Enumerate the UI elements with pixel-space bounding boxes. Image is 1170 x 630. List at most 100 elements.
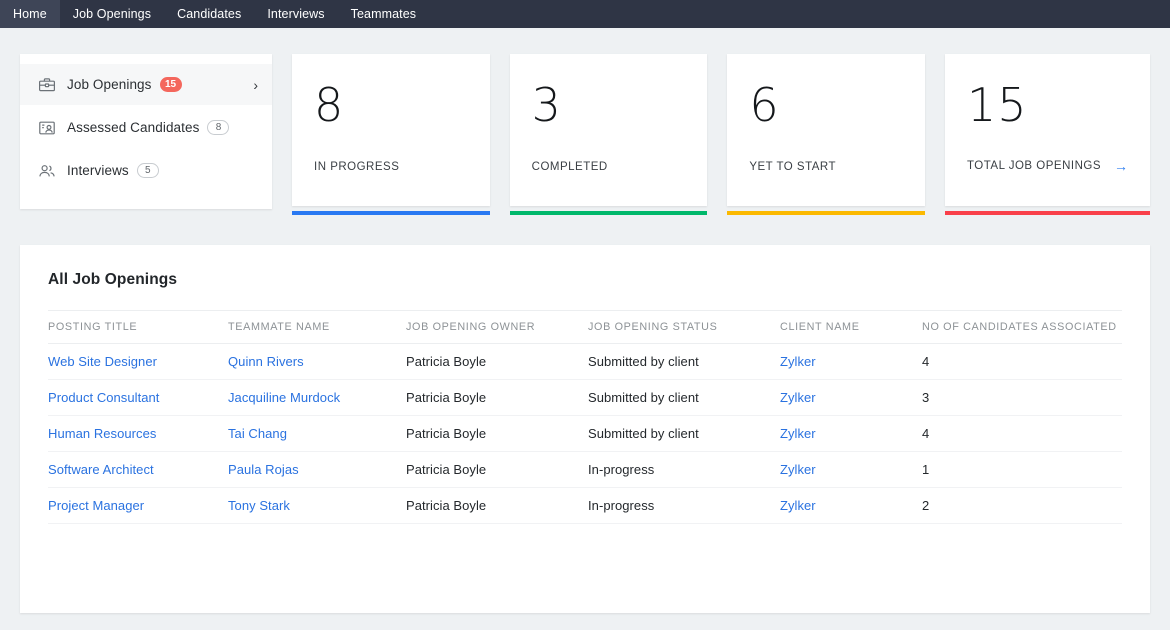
stat-accent-bar (945, 211, 1150, 215)
column-header: TEAMMATE NAME (228, 311, 406, 344)
cell-candidates: 2 (922, 488, 1122, 524)
sidebar-item-job-openings[interactable]: Job Openings 15 › (20, 64, 272, 105)
nav-item-job-openings[interactable]: Job Openings (60, 0, 164, 28)
stat-footer: YET TO START (749, 161, 903, 173)
cell-posting-title: Software Architect (48, 452, 228, 488)
summary-sidebar-card: Job Openings 15 › Assessed Candidates 8 Inter… (20, 54, 272, 209)
cell-status: Submitted by client (588, 344, 780, 380)
arrow-right-icon[interactable]: → (1114, 159, 1128, 173)
briefcase-icon (37, 75, 56, 94)
cell-client: Zylker (780, 488, 922, 524)
stat-label: IN PROGRESS (314, 161, 399, 173)
client-link[interactable]: Zylker (780, 426, 816, 441)
table-row: Product ConsultantJacquiline MurdockPatr… (48, 380, 1122, 416)
stat-accent-bar (727, 211, 925, 215)
client-link[interactable]: Zylker (780, 462, 816, 477)
sidebar-item-interviews[interactable]: Interviews 5 (20, 150, 272, 191)
sidebar-item-label: Assessed Candidates (67, 120, 199, 135)
cell-owner: Patricia Boyle (406, 344, 588, 380)
cell-client: Zylker (780, 416, 922, 452)
sidebar-item-count-badge: 8 (207, 120, 229, 135)
nav-item-teammates[interactable]: Teammates (338, 0, 430, 28)
stat-accent-bar (510, 211, 708, 215)
stat-label: COMPLETED (532, 161, 608, 173)
cell-teammate-name: Paula Rojas (228, 452, 406, 488)
cell-posting-title: Project Manager (48, 488, 228, 524)
sidebar-item-count-badge: 15 (160, 77, 182, 92)
cell-client: Zylker (780, 344, 922, 380)
posting-title-link[interactable]: Software Architect (48, 462, 154, 477)
posting-title-link[interactable]: Web Site Designer (48, 354, 157, 369)
stat-card-total-job-openings[interactable]: 15 TOTAL JOB OPENINGS → (945, 54, 1150, 206)
column-header: JOB OPENING STATUS (588, 311, 780, 344)
cell-posting-title: Human Resources (48, 416, 228, 452)
stat-label: TOTAL JOB OPENINGS (967, 160, 1101, 172)
page-title: All Job Openings (48, 271, 1122, 289)
stat-footer: TOTAL JOB OPENINGS → (967, 159, 1128, 173)
client-link[interactable]: Zylker (780, 498, 816, 513)
table-row: Software Architect Paula Rojas Patricia Bo… (48, 452, 1122, 488)
cell-status: In-progress (588, 452, 780, 488)
cell-teammate-name: Tony Stark (228, 488, 406, 524)
stat-card-in-progress[interactable]: 8 IN PROGRESS (292, 54, 490, 206)
cell-client: Zylker (780, 452, 922, 488)
cell-status: Submitted by client (588, 380, 780, 416)
teammate-name-link[interactable]: Jacquiline Murdock (228, 390, 340, 405)
sidebar-item-label: Interviews (67, 163, 129, 178)
sidebar-item-label: Job Openings (67, 77, 152, 92)
nav-item-interviews[interactable]: Interviews (254, 0, 337, 28)
table-header-row: POSTING TITLETEAMMATE NAMEJOB OPENING OW… (48, 311, 1122, 344)
posting-title-link[interactable]: Product Consultant (48, 390, 159, 405)
posting-title-link[interactable]: Human Resources (48, 426, 156, 441)
teammate-name-link[interactable]: Quinn Rivers (228, 354, 304, 369)
id-card-person-icon (37, 118, 56, 137)
table-body: Web Site Designer Quinn Rivers Patricia Bo… (48, 344, 1122, 524)
teammate-name-link[interactable]: Tai Chang (228, 426, 287, 441)
column-header: JOB OPENING OWNER (406, 311, 588, 344)
cell-owner: Patricia Boyle (406, 416, 588, 452)
top-navigation-bar: HomeJob OpeningsCandidatesInterviewsTeam… (0, 0, 1170, 28)
teammate-name-link[interactable]: Paula Rojas (228, 462, 299, 477)
sidebar-item-assessed-candidates[interactable]: Assessed Candidates 8 (20, 107, 272, 148)
client-link[interactable]: Zylker (780, 390, 816, 405)
cell-candidates: 4 (922, 344, 1122, 380)
stat-card-group: 8 IN PROGRESS 3 COMPLETED 6 YET TO START 15 TOT… (292, 54, 1150, 206)
cell-posting-title: Product Consultant (48, 380, 228, 416)
stat-label: YET TO START (749, 161, 836, 173)
dashboard-top-row: Job Openings 15 › Assessed Candidates 8 Inter… (0, 28, 1170, 209)
client-link[interactable]: Zylker (780, 354, 816, 369)
stat-card-yet-to-start[interactable]: 6 YET TO START (727, 54, 925, 206)
table-row: Project Manager Tony Stark Patricia BoyleI… (48, 488, 1122, 524)
stat-value: 8 (314, 82, 468, 128)
cell-teammate-name: Jacquiline Murdock (228, 380, 406, 416)
table-header: POSTING TITLETEAMMATE NAMEJOB OPENING OW… (48, 311, 1122, 344)
nav-item-candidates[interactable]: Candidates (164, 0, 254, 28)
cell-candidates: 1 (922, 452, 1122, 488)
column-header: CLIENT NAME (780, 311, 922, 344)
stat-value: 15 (967, 82, 1128, 128)
stat-card-completed[interactable]: 3 COMPLETED (510, 54, 708, 206)
nav-item-home[interactable]: Home (0, 0, 60, 28)
chevron-right-icon[interactable]: › (253, 78, 258, 92)
table-row: Human Resources Tai Chang Patricia BoyleSu… (48, 416, 1122, 452)
posting-title-link[interactable]: Project Manager (48, 498, 144, 513)
cell-owner: Patricia Boyle (406, 488, 588, 524)
stat-footer: IN PROGRESS (314, 161, 468, 173)
cell-owner: Patricia Boyle (406, 452, 588, 488)
cell-candidates: 4 (922, 416, 1122, 452)
stat-footer: COMPLETED (532, 161, 686, 173)
page-body: Job Openings15›Assessed Candidates8Inter… (0, 28, 1170, 613)
stat-value: 3 (532, 82, 686, 128)
sidebar-item-count-badge: 5 (137, 163, 159, 178)
teammate-name-link[interactable]: Tony Stark (228, 498, 290, 513)
stat-value: 6 (749, 82, 903, 128)
cell-client: Zylker (780, 380, 922, 416)
stat-accent-bar (292, 211, 490, 215)
cell-status: In-progress (588, 488, 780, 524)
all-job-openings-card: All Job Openings POSTING TITLETEAMMATE N… (20, 245, 1150, 613)
cell-teammate-name: Quinn Rivers (228, 344, 406, 380)
cell-candidates: 3 (922, 380, 1122, 416)
cell-status: Submitted by client (588, 416, 780, 452)
people-group-icon (37, 161, 56, 180)
cell-posting-title: Web Site Designer (48, 344, 228, 380)
